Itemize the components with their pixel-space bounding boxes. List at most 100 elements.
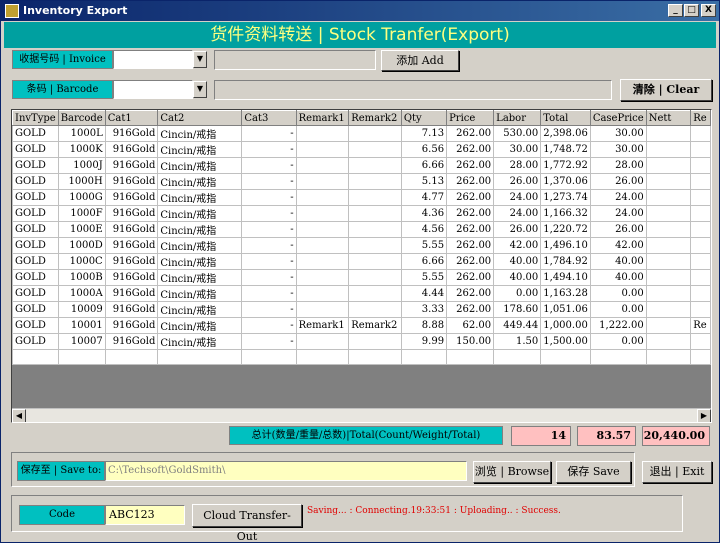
table-cell[interactable] [295,253,350,270]
table-cell[interactable]: Remark1 [295,317,350,334]
cloud-transfer-out-button[interactable]: Cloud Transfer-Out [192,504,302,543]
table-cell[interactable] [690,189,711,206]
table-cell[interactable] [645,237,692,254]
table-cell[interactable] [241,349,297,365]
table-cell[interactable]: Cincin/戒指 [157,253,243,270]
maximize-button[interactable]: □ [684,4,699,17]
table-cell[interactable]: 26.00 [589,173,647,190]
table-cell[interactable]: 262.00 [446,269,495,286]
column-header[interactable]: Barcode [57,110,106,126]
table-cell[interactable] [348,349,402,365]
table-cell[interactable] [645,301,692,318]
table-cell[interactable]: 1000H [57,173,106,190]
table-cell[interactable]: 62.00 [446,317,495,334]
table-cell[interactable] [295,285,350,302]
table-cell[interactable]: 1000A [57,285,106,302]
table-row[interactable]: GOLD 1000L 916Gold Cincin/戒指 - 7.13 262.00 530.… [12,125,711,142]
invoice-input[interactable] [113,50,193,69]
column-header[interactable]: Qty [400,110,448,126]
table-cell[interactable] [645,333,692,350]
save-path-input[interactable]: C:\Techsoft\GoldSmith\ [105,461,467,481]
table-cell[interactable] [348,157,402,174]
table-cell[interactable]: 1,166.32 [540,205,591,222]
table-cell[interactable] [348,141,402,158]
table-cell[interactable]: 1000K [57,141,106,158]
table-cell[interactable]: - [241,157,297,174]
table-cell[interactable]: 1000G [57,189,106,206]
table-cell[interactable]: 24.00 [589,189,647,206]
table-cell[interactable]: 262.00 [446,301,495,318]
table-cell[interactable]: 1,496.10 [540,237,591,254]
table-cell[interactable]: 150.00 [446,333,495,350]
table-cell[interactable] [690,205,711,222]
table-cell[interactable]: 24.00 [589,205,647,222]
table-cell[interactable]: - [241,189,297,206]
table-cell[interactable]: - [241,173,297,190]
table-cell[interactable]: GOLD [12,221,59,238]
table-cell[interactable] [645,317,692,334]
table-cell[interactable] [645,173,692,190]
table-cell[interactable]: 916Gold [104,205,159,222]
table-cell[interactable]: 4.44 [400,285,448,302]
table-cell[interactable]: 262.00 [446,125,495,142]
table-cell[interactable]: GOLD [12,173,59,190]
table-cell[interactable]: 28.00 [589,157,647,174]
table-cell[interactable]: 916Gold [104,173,159,190]
table-cell[interactable]: 10009 [57,301,106,318]
table-cell[interactable]: - [241,285,297,302]
column-header[interactable]: Re [690,110,711,126]
scroll-left-button[interactable]: ◀ [12,409,26,422]
table-cell[interactable]: 916Gold [104,221,159,238]
table-cell[interactable]: 1000C [57,253,106,270]
table-cell[interactable]: GOLD [12,157,59,174]
table-cell[interactable]: GOLD [12,141,59,158]
table-cell[interactable] [348,269,402,286]
table-cell[interactable] [295,125,350,142]
exit-button[interactable]: 退出 | Exit [642,461,712,483]
table-cell[interactable]: 1,163.28 [540,285,591,302]
table-cell[interactable]: 40.00 [589,253,647,270]
table-cell[interactable]: 6.66 [400,157,448,174]
table-cell[interactable] [645,205,692,222]
table-cell[interactable] [348,237,402,254]
table-cell[interactable] [446,349,495,365]
barcode-dropdown-button[interactable]: ▼ [193,81,207,98]
table-cell[interactable]: 3.33 [400,301,448,318]
invoice-dropdown-button[interactable]: ▼ [193,51,207,68]
table-cell[interactable]: 8.88 [400,317,448,334]
table-cell[interactable] [645,285,692,302]
column-header[interactable]: Labor [493,110,542,126]
table-cell[interactable] [348,125,402,142]
table-cell[interactable]: - [241,269,297,286]
table-cell[interactable] [645,221,692,238]
table-cell[interactable]: 10001 [57,317,106,334]
inventory-grid[interactable]: InvType Barcode Cat1 Cat2 Cat3 Remark1 Remark2… [11,109,712,423]
table-cell[interactable]: - [241,221,297,238]
table-cell[interactable]: Cincin/戒指 [157,205,243,222]
table-cell[interactable]: 262.00 [446,221,495,238]
table-cell[interactable]: Cincin/戒指 [157,221,243,238]
table-row[interactable]: GOLD 1000A 916Gold Cincin/戒指 -4.44 262.00 0.00… [12,285,711,302]
table-cell[interactable]: GOLD [12,317,59,334]
table-cell[interactable]: 1,273.74 [540,189,591,206]
table-cell[interactable] [645,349,692,365]
table-cell[interactable]: 0.00 [589,333,647,350]
table-cell[interactable] [348,301,402,318]
table-row[interactable]: GOLD 1000D 916Gold Cincin/戒指 -5.55 262.00 42.0… [12,237,711,254]
table-cell[interactable]: Cincin/戒指 [157,173,243,190]
table-cell[interactable]: 1,748.72 [540,141,591,158]
table-cell[interactable]: 1000E [57,221,106,238]
table-cell[interactable]: 1,370.06 [540,173,591,190]
table-cell[interactable]: 4.77 [400,189,448,206]
table-cell[interactable]: 1000B [57,269,106,286]
table-cell[interactable]: - [241,253,297,270]
table-cell[interactable] [645,125,692,142]
table-cell[interactable]: 5.55 [400,237,448,254]
table-cell[interactable]: - [241,237,297,254]
table-cell[interactable]: 9.99 [400,333,448,350]
table-cell[interactable]: Cincin/戒指 [157,189,243,206]
table-cell[interactable]: 262.00 [446,173,495,190]
code-input[interactable]: ABC123 [105,505,185,525]
table-cell[interactable]: 40.00 [493,269,542,286]
table-cell[interactable] [348,173,402,190]
